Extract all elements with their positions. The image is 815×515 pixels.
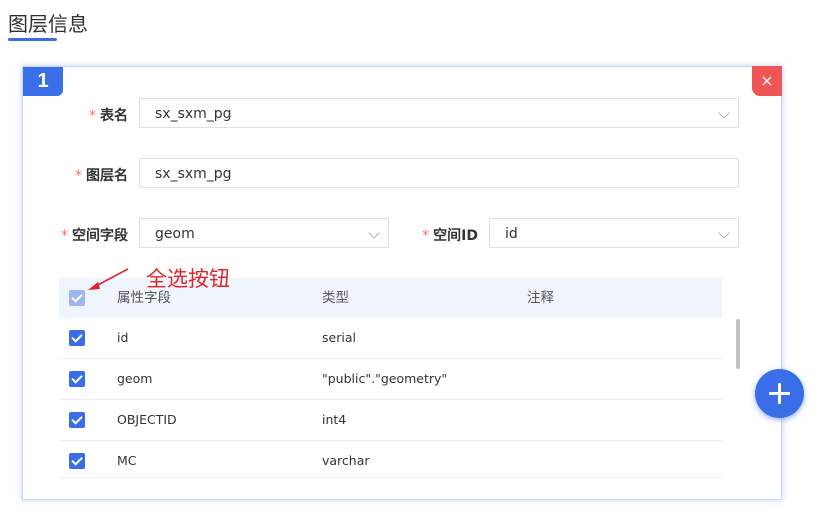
chevron-down-icon	[368, 227, 380, 239]
field-cell: OBJECTID	[117, 412, 177, 427]
spatial-field-label: * 空间字段	[43, 225, 128, 245]
close-button[interactable]: ×	[752, 66, 782, 96]
row-checkbox[interactable]	[69, 371, 85, 387]
table-scrollbar[interactable]	[736, 319, 740, 369]
close-icon: ×	[760, 71, 774, 90]
row-checkbox[interactable]	[69, 330, 85, 346]
required-mark: *	[61, 228, 68, 244]
table-name-value: sx_sxm_pg	[155, 106, 232, 122]
field-cell: id	[117, 330, 129, 345]
select-all-annotation: 全选按钮	[146, 267, 230, 291]
spatial-id-label-text: 空间ID	[433, 228, 478, 244]
table-row: id serial	[59, 318, 722, 359]
layer-name-label: * 图层名	[53, 165, 128, 185]
row-checkbox[interactable]	[69, 412, 85, 428]
table-row: MC varchar	[59, 441, 722, 478]
spatial-field-label-text: 空间字段	[72, 228, 128, 244]
table-name-label-text: 表名	[100, 108, 128, 124]
layer-name-label-text: 图层名	[86, 168, 128, 184]
required-mark: *	[422, 228, 430, 244]
spatial-id-select[interactable]: id	[489, 218, 739, 248]
type-cell: varchar	[322, 453, 370, 468]
layer-name-value: sx_sxm_pg	[155, 166, 232, 182]
required-mark: *	[75, 168, 82, 184]
spatial-field-select[interactable]: geom	[139, 218, 389, 248]
field-table: 属性字段 类型 注释 id serial geom "public"."geom…	[59, 278, 722, 478]
select-all-checkbox[interactable]	[69, 290, 85, 306]
table-row: OBJECTID int4	[59, 400, 722, 441]
type-cell: "public"."geometry"	[322, 371, 448, 386]
table-name-select[interactable]: sx_sxm_pg	[139, 98, 739, 128]
annotation-arrow-icon	[88, 268, 129, 290]
table-row: geom "public"."geometry"	[59, 359, 722, 400]
chevron-down-icon	[718, 227, 730, 239]
required-mark: *	[89, 108, 96, 124]
spatial-field-value: geom	[155, 226, 195, 242]
layer-name-input[interactable]: sx_sxm_pg	[139, 158, 739, 188]
page-title: 图层信息	[8, 12, 88, 36]
spatial-id-value: id	[505, 226, 518, 242]
type-cell: int4	[322, 412, 347, 427]
row-checkbox[interactable]	[69, 453, 85, 469]
field-cell: geom	[117, 371, 153, 386]
column-header-type: 类型	[322, 290, 349, 306]
spatial-id-label: * 空间ID	[403, 225, 478, 245]
chevron-down-icon	[718, 107, 730, 119]
column-header-comment: 注释	[527, 290, 554, 306]
card-index-badge: 1	[23, 67, 63, 96]
layer-card: 1 × * 表名 sx_sxm_pg * 图层名 sx_sxm_pg * 空间字段 g…	[22, 66, 782, 500]
title-underline	[8, 38, 57, 41]
table-name-label: * 表名	[63, 105, 128, 125]
add-layer-button[interactable]	[755, 369, 804, 418]
field-cell: MC	[117, 453, 137, 468]
type-cell: serial	[322, 330, 356, 345]
